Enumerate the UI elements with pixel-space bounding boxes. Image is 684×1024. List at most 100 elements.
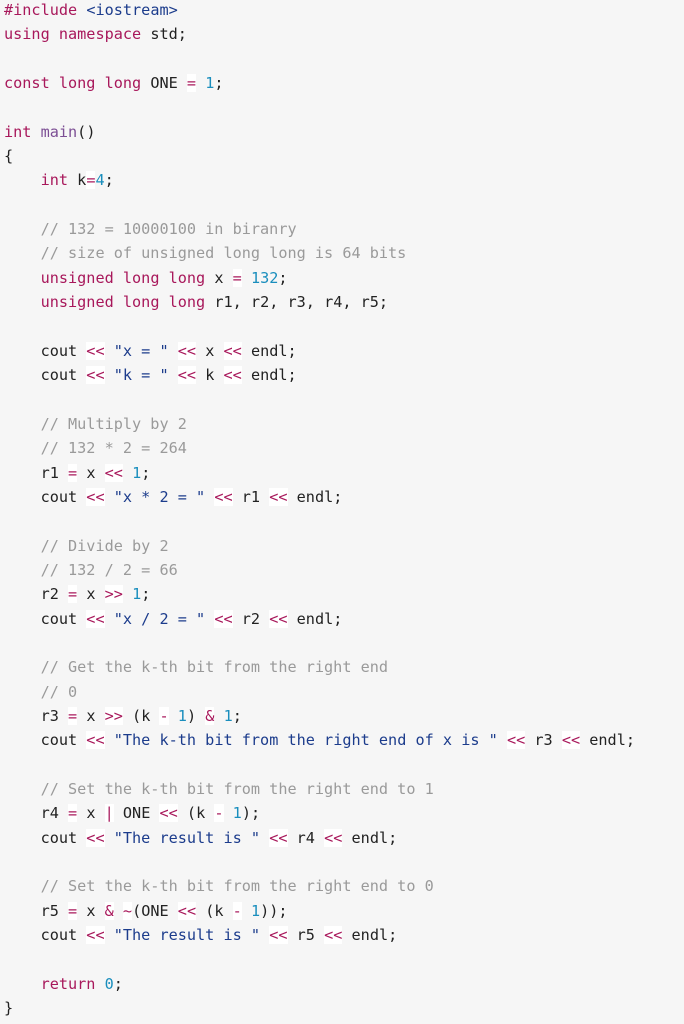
number-token: 0 xyxy=(104,974,114,993)
code-line: int main() xyxy=(4,120,684,144)
code-line: cout << "The result is " << r4 << endl; xyxy=(4,826,684,850)
plain-token: ; xyxy=(141,585,151,604)
comment-token: // 0 xyxy=(40,682,78,701)
code-line: // 132 = 10000100 in biranry xyxy=(4,217,684,241)
code-line: // 0 xyxy=(4,680,684,704)
code-line: cout << "x / 2 = " << r2 << endl; xyxy=(4,607,684,631)
string-token: "x / 2 = " xyxy=(113,609,206,628)
plain-token: endl; xyxy=(287,609,343,628)
plain-token: ; xyxy=(214,74,224,93)
operator-token: << xyxy=(269,828,288,847)
plain-token: x xyxy=(77,706,105,725)
code-line: cout << "k = " << k << endl; xyxy=(4,363,684,387)
plain-token: ONE xyxy=(141,74,187,93)
operator-token: - xyxy=(159,706,169,725)
operator-token: = xyxy=(186,74,197,93)
plain-token: ) xyxy=(186,706,206,725)
code-line: // Multiply by 2 xyxy=(4,412,684,436)
operator-token: - xyxy=(214,804,224,823)
code-line: // Divide by 2 xyxy=(4,534,684,558)
operator-token: << xyxy=(104,463,123,482)
keyword-token: long xyxy=(122,268,160,287)
plain-token: r2 xyxy=(232,609,270,628)
plain-token: cout xyxy=(4,926,87,945)
operator-token: << xyxy=(223,366,242,385)
plain-token: endl; xyxy=(287,487,343,506)
plain-token: r2 xyxy=(4,585,69,604)
plain-token: ; xyxy=(141,463,151,482)
operator-token: << xyxy=(86,366,105,385)
plain-token: x xyxy=(77,901,105,920)
plain-token: k xyxy=(68,171,87,190)
operator-token: = xyxy=(68,706,78,725)
operator-token: << xyxy=(223,341,242,360)
code-line: r4 = x | ONE << (k - 1); xyxy=(4,801,684,825)
plain-token: k xyxy=(196,366,224,385)
plain-token: r1, r2, r3, r4, r5; xyxy=(205,293,389,312)
operator-token: = xyxy=(68,585,78,604)
plain-token: r5 xyxy=(4,901,69,920)
operator-token: << xyxy=(86,828,105,847)
keyword-token: long xyxy=(58,74,96,93)
code-line: cout << "The k-th bit from the right end… xyxy=(4,728,684,752)
include-path-token: <iostream> xyxy=(86,1,178,19)
operator-token: & xyxy=(104,901,114,920)
comment-token: // Set the k-th bit from the right end t… xyxy=(40,877,434,896)
function-name-token: main xyxy=(40,122,78,141)
code-line: // Set the k-th bit from the right end t… xyxy=(4,777,684,801)
plain-token: r1 xyxy=(4,463,69,482)
operator-token: << xyxy=(324,926,343,945)
operator-token: << xyxy=(269,487,288,506)
number-token: 132 xyxy=(250,268,279,287)
comment-token: // size of unsigned long long is 64 bits xyxy=(40,244,407,263)
operator-token: << xyxy=(506,731,526,750)
plain-token: std; xyxy=(141,25,187,44)
comment-token: // 132 * 2 = 264 xyxy=(40,439,187,458)
plain-token: (ONE xyxy=(132,901,178,920)
number-token: 1 xyxy=(205,74,215,93)
code-line: r3 = x >> (k - 1) & 1; xyxy=(4,704,684,728)
plain-token: endl; xyxy=(241,341,297,360)
code-line: r5 = x & ~(ONE << (k - 1)); xyxy=(4,899,684,923)
plain-token: cout xyxy=(4,609,87,628)
comment-token: // Get the k-th bit from the right end xyxy=(40,658,389,677)
keyword-token: return xyxy=(40,974,96,993)
plain-token: cout xyxy=(4,487,87,506)
comment-token: // 132 = 10000100 in biranry xyxy=(40,220,297,239)
plain-token: (k xyxy=(177,804,215,823)
plain-token: } xyxy=(4,999,14,1018)
plain-token: r4 xyxy=(4,804,69,823)
operator-token: << xyxy=(324,828,343,847)
keyword-token: const xyxy=(4,74,50,93)
plain-token: cout xyxy=(4,366,87,385)
operator-token: >> xyxy=(104,585,123,604)
operator-token: = xyxy=(232,268,242,287)
plain-token: r4 xyxy=(287,828,325,847)
keyword-token: namespace xyxy=(58,25,142,44)
operator-token: << xyxy=(86,341,105,360)
operator-token: << xyxy=(86,609,105,628)
number-token: 1 xyxy=(223,706,233,725)
